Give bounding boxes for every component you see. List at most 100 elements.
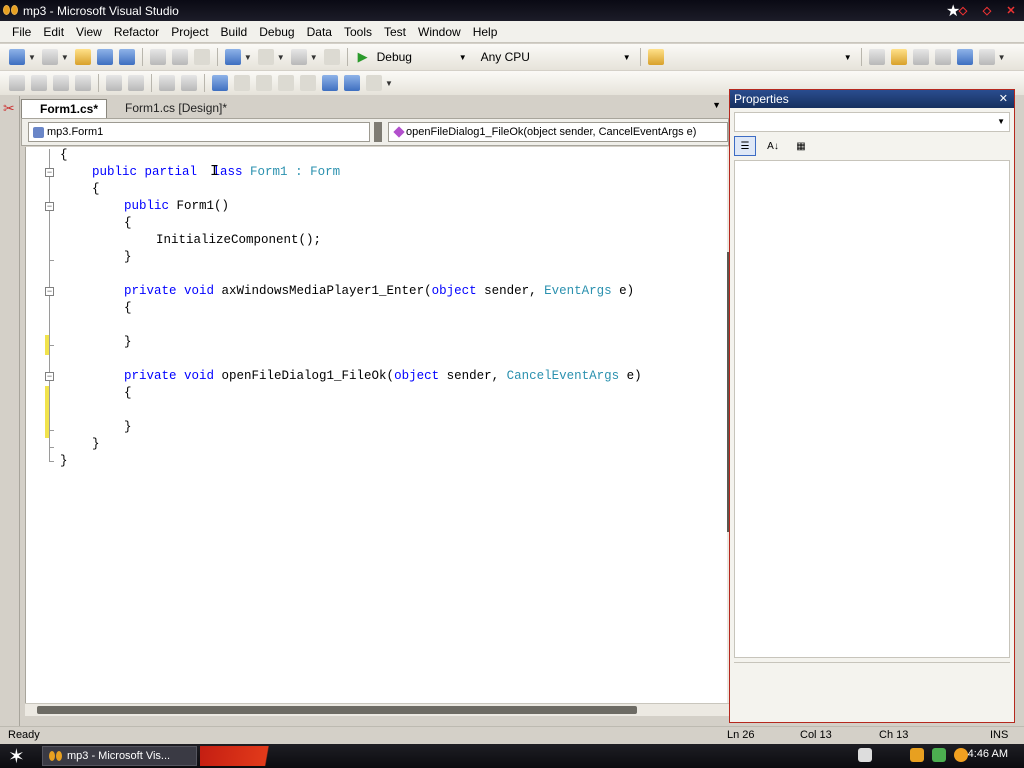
editor-horizontal-scrollbar[interactable]: [25, 703, 730, 716]
chevron-down-icon: ▼: [843, 52, 852, 62]
solution-platform-combo[interactable]: Any CPU ▼: [476, 48, 636, 66]
menu-project[interactable]: Project: [165, 25, 214, 39]
add-item-icon[interactable]: [41, 49, 58, 65]
code-line: InitializeComponent();: [156, 233, 322, 247]
clear-bookmarks-icon[interactable]: [366, 75, 382, 91]
uncomment-lines-icon[interactable]: [181, 75, 197, 91]
increase-indent-icon[interactable]: [128, 75, 144, 91]
keyboard-icon[interactable]: [858, 748, 872, 762]
property-grid[interactable]: [734, 160, 1010, 658]
paste-icon[interactable]: [193, 49, 210, 65]
start-button[interactable]: ✶: [8, 744, 25, 768]
previous-bookmark-doc-icon[interactable]: [322, 75, 338, 91]
code-line: {: [124, 301, 132, 315]
editor-gutter: − − − −: [26, 147, 54, 703]
quick-info-icon[interactable]: [53, 75, 69, 91]
start-page-icon[interactable]: [956, 49, 973, 65]
tray-app-icon[interactable]: [910, 748, 924, 762]
undo-dropdown-icon[interactable]: ▼: [244, 53, 252, 62]
decrease-indent-icon[interactable]: [106, 75, 122, 91]
menu-debug[interactable]: Debug: [253, 25, 300, 39]
code-line: }: [92, 437, 100, 451]
properties-object-combo[interactable]: ▼: [734, 112, 1010, 132]
menu-edit[interactable]: Edit: [37, 25, 70, 39]
restore-button[interactable]: ◇: [978, 2, 996, 18]
save-icon[interactable]: [96, 49, 113, 65]
previous-bookmark-icon[interactable]: [234, 75, 250, 91]
close-button[interactable]: ✕: [1002, 2, 1020, 18]
properties-panel: Properties ✕ ▼ ☰ A↓ ▦: [729, 89, 1015, 723]
find-in-files-icon[interactable]: [647, 49, 664, 65]
close-icon[interactable]: ✕: [999, 90, 1008, 108]
method-icon: [393, 126, 405, 138]
toolbar-separator: [151, 74, 152, 92]
property-pages-icon[interactable]: ▦: [790, 136, 812, 156]
menu-refactor[interactable]: Refactor: [108, 25, 165, 39]
other-windows-icon[interactable]: [978, 49, 995, 65]
comment-lines-icon[interactable]: [159, 75, 175, 91]
search-icon[interactable]: [954, 748, 968, 762]
menu-data[interactable]: Data: [301, 25, 338, 39]
safely-remove-icon[interactable]: [932, 748, 946, 762]
menu-file[interactable]: File: [6, 25, 37, 39]
menu-test[interactable]: Test: [378, 25, 412, 39]
standard-toolbar: ▼ ▼ ▼ ▼ ▼ ▶ Debug ▼ Any CPU ▼ ▼ ▼: [0, 44, 1024, 70]
toolbox-icon[interactable]: [934, 49, 951, 65]
other-windows-dropdown-icon[interactable]: ▼: [998, 53, 1006, 62]
types-combo[interactable]: mp3.Form1: [28, 122, 370, 142]
object-browser-icon[interactable]: [912, 49, 929, 65]
next-bookmark-folder-icon[interactable]: [300, 75, 316, 91]
clock: 4:46 AM: [967, 748, 1008, 760]
status-column: Col 13: [800, 729, 832, 741]
previous-bookmark-folder-icon[interactable]: [278, 75, 294, 91]
next-bookmark-icon[interactable]: [256, 75, 272, 91]
cut-icon[interactable]: [149, 49, 166, 65]
navigate-forward-icon[interactable]: [323, 49, 340, 65]
parameter-info-icon[interactable]: [31, 75, 47, 91]
next-bookmark-doc-icon[interactable]: [344, 75, 360, 91]
navbar-splitter[interactable]: [374, 122, 382, 142]
menu-tools[interactable]: Tools: [338, 25, 378, 39]
menu-view[interactable]: View: [70, 25, 108, 39]
new-project-dropdown-icon[interactable]: ▼: [28, 53, 36, 62]
find-combo[interactable]: ▼: [667, 48, 857, 66]
menu-build[interactable]: Build: [215, 25, 254, 39]
menu-help[interactable]: Help: [467, 25, 504, 39]
start-debugging-icon[interactable]: ▶: [358, 49, 368, 65]
toggle-bookmark-icon[interactable]: [212, 75, 228, 91]
properties-window-icon[interactable]: [890, 49, 907, 65]
toolbar-options-icon[interactable]: ▼: [385, 79, 393, 88]
status-insert-mode: INS: [990, 729, 1009, 741]
taskbar-item-visual-studio[interactable]: mp3 - Microsoft Vis...: [42, 746, 197, 766]
tab-form1-cs[interactable]: Form1.cs*: [21, 99, 108, 118]
solution-configuration-combo[interactable]: Debug ▼: [372, 48, 472, 66]
complete-word-icon[interactable]: [75, 75, 91, 91]
scrollbar-thumb[interactable]: [37, 706, 637, 714]
code-text-area[interactable]: { public partial lass Form1 : Form { pub…: [44, 147, 728, 703]
navigate-dropdown-icon[interactable]: ▼: [310, 53, 318, 62]
undo-icon[interactable]: [224, 49, 241, 65]
alphabetical-icon[interactable]: A↓: [762, 136, 784, 156]
members-combo[interactable]: openFileDialog1_FileOk(object sender, Ca…: [388, 122, 728, 142]
toolbar-separator: [346, 48, 348, 66]
code-editor[interactable]: − − − − { public partial lass Form1 : Fo…: [25, 147, 727, 703]
navigate-backward-icon[interactable]: [290, 49, 307, 65]
active-files-dropdown-icon[interactable]: ▼: [712, 100, 721, 110]
toolbox-icon[interactable]: ✂: [3, 100, 15, 117]
menu-window[interactable]: Window: [412, 25, 467, 39]
minimize-button[interactable]: ◇: [954, 2, 972, 18]
object-member-list-icon[interactable]: [9, 75, 25, 91]
open-file-icon[interactable]: [74, 49, 91, 65]
categorized-icon[interactable]: ☰: [734, 136, 756, 156]
redo-dropdown-icon[interactable]: ▼: [277, 53, 285, 62]
solution-explorer-icon[interactable]: [868, 49, 885, 65]
solution-platform-value: Any CPU: [480, 50, 530, 64]
chevron-down-icon: ▼: [997, 117, 1005, 126]
new-project-icon[interactable]: [9, 49, 25, 65]
tab-form1-design[interactable]: Form1.cs [Design]*: [107, 99, 235, 118]
copy-icon[interactable]: [171, 49, 188, 65]
add-item-dropdown-icon[interactable]: ▼: [61, 53, 69, 62]
redo-icon[interactable]: [257, 49, 274, 65]
code-line: public Form1(): [124, 199, 230, 213]
save-all-icon[interactable]: [118, 49, 135, 65]
